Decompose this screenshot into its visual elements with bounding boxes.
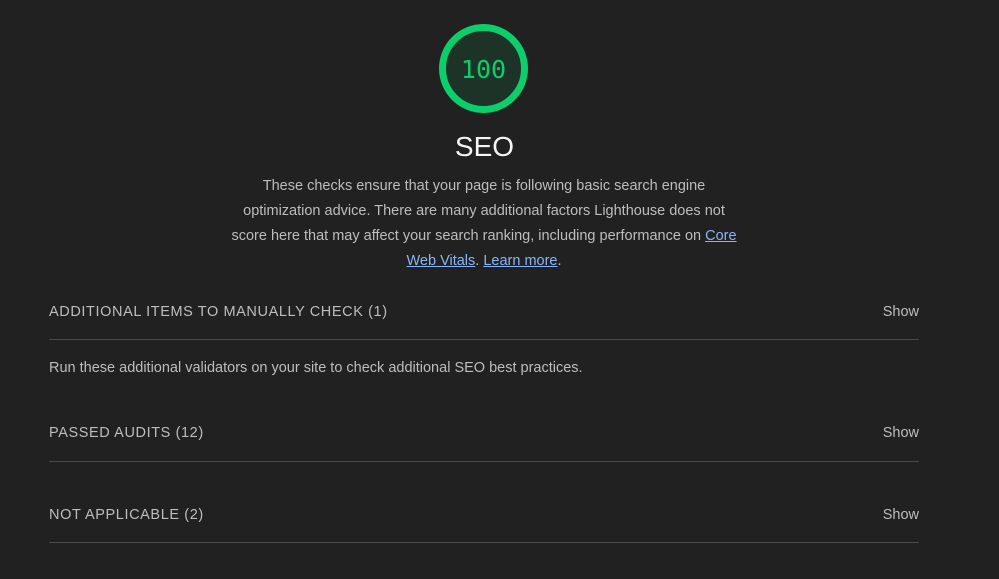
group-not-applicable-show-button[interactable]: Show [883, 507, 919, 523]
group-passed-header[interactable]: PASSED AUDITS (12) Show [49, 421, 919, 445]
lighthouse-seo-report: 100 SEO These checks ensure that your pa… [0, 0, 999, 579]
group-manual-divider [49, 339, 919, 340]
description-end: . [557, 253, 562, 269]
group-passed-show-button[interactable]: Show [883, 425, 919, 441]
group-manual-title: ADDITIONAL ITEMS TO MANUALLY CHECK (1) [49, 304, 388, 320]
group-manual-show-button[interactable]: Show [883, 304, 919, 320]
category-title: SEO [454, 131, 515, 162]
group-passed-title: PASSED AUDITS (12) [49, 425, 204, 441]
group-manual-description: Run these additional validators on your … [49, 360, 583, 376]
group-not-applicable-divider [49, 542, 919, 543]
group-not-applicable-title: NOT APPLICABLE (2) [49, 507, 204, 523]
group-passed-divider [49, 461, 919, 462]
group-manual-checks[interactable]: ADDITIONAL ITEMS TO MANUALLY CHECK (1) S… [49, 300, 919, 324]
category-description: These checks ensure that your page is fo… [226, 174, 742, 274]
score-gauge: 100 [438, 23, 529, 114]
group-not-applicable[interactable]: NOT APPLICABLE (2) Show [49, 503, 919, 527]
score-value: 100 [460, 55, 507, 84]
group-not-applicable-header[interactable]: NOT APPLICABLE (2) Show [49, 503, 919, 527]
group-manual-header[interactable]: ADDITIONAL ITEMS TO MANUALLY CHECK (1) S… [49, 300, 919, 324]
group-passed-audits[interactable]: PASSED AUDITS (12) Show [49, 421, 919, 445]
description-text: These checks ensure that your page is fo… [231, 178, 725, 244]
learn-more-link[interactable]: Learn more [483, 253, 557, 269]
